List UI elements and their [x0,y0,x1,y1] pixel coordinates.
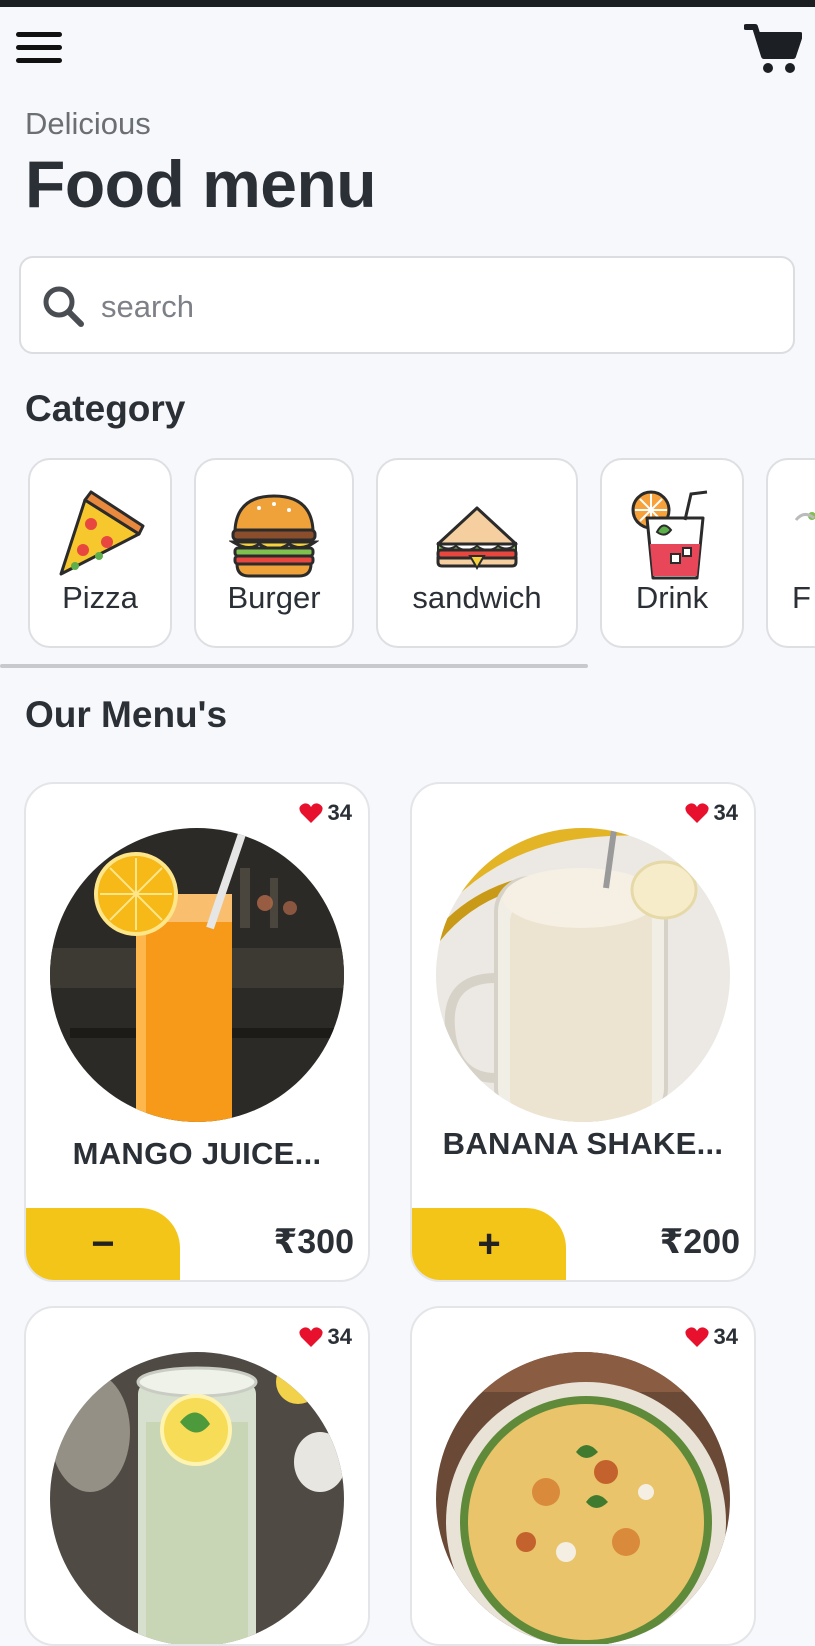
category-list[interactable]: Pizza Burger sandwich Drink F [0,456,815,656]
menu-card-lemonade[interactable]: 34 [24,1306,370,1646]
mango-juice-image [50,828,344,1122]
search-bar[interactable] [19,256,795,354]
drink-icon [631,490,708,580]
menu-heading: Our Menu's [25,694,228,735]
menu-item-price: ₹200 [659,1223,740,1261]
menu-card-mango-juice[interactable]: 34 MANGO JUICE... − ₹300 [24,782,370,1282]
category-label: sandwich [412,580,542,615]
category-label: F [792,580,811,615]
hamburger-menu-icon[interactable] [16,28,64,68]
pizza-icon [59,490,145,576]
heart-icon [684,803,709,823]
category-pizza[interactable]: Pizza [28,458,172,648]
heart-icon [684,1327,709,1347]
likes-count[interactable]: 34 [298,1324,352,1350]
page-title: Food menu [25,147,377,221]
menu-item-name: BANANA SHAKE... [442,1126,724,1161]
category-label: Pizza [62,580,138,615]
category-label: Drink [635,580,709,615]
decrement-button[interactable]: − [26,1208,180,1280]
search-input[interactable] [99,280,763,334]
category-label: Burger [227,580,321,615]
category-burger[interactable]: Burger [194,458,354,648]
category-drink[interactable]: Drink [600,458,744,648]
likes-count[interactable]: 34 [684,800,738,826]
salad-icon [794,512,815,521]
heart-icon [298,803,323,823]
likes-count[interactable]: 34 [298,800,352,826]
increment-button[interactable]: + [412,1208,566,1280]
lemonade-image [50,1352,344,1644]
category-scrollbar[interactable] [0,664,588,668]
likes-count[interactable]: 34 [684,1324,738,1350]
menu-item-name: MANGO JUICE... [72,1136,322,1171]
page-subtitle: Delicious [25,106,151,141]
category-partial[interactable]: F [766,458,815,648]
heart-icon [298,1327,323,1347]
category-heading: Category [25,388,186,429]
banana-shake-image [436,828,730,1122]
menu-card-biryani[interactable]: 34 [410,1306,756,1646]
biryani-image [436,1352,730,1644]
status-bar [0,0,815,7]
menu-item-price: ₹300 [273,1223,354,1261]
sandwich-icon [436,506,518,570]
category-sandwich[interactable]: sandwich [376,458,578,648]
burger-icon [229,494,319,578]
search-icon [43,286,84,327]
cart-icon[interactable] [743,22,803,76]
menu-card-banana-shake[interactable]: 34 BANANA SHAKE... + ₹200 [410,782,756,1282]
